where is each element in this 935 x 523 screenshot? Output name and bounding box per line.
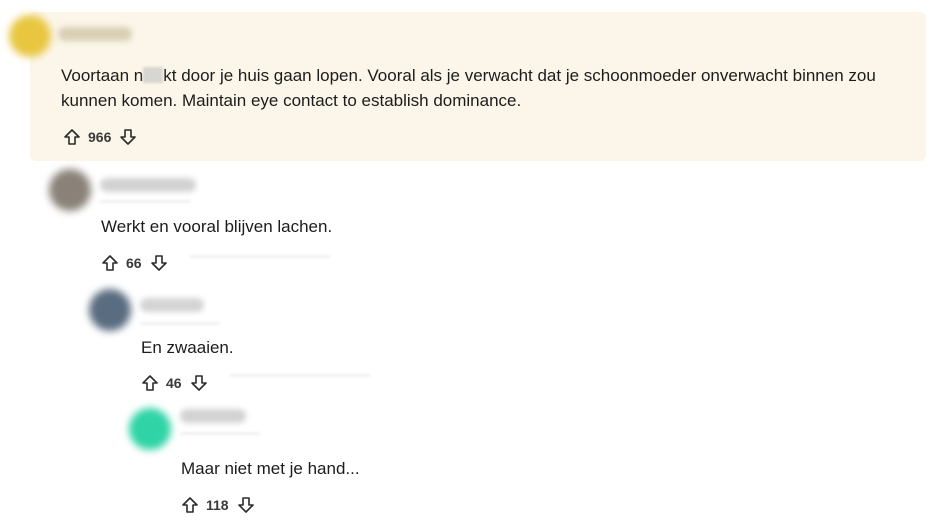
downvote-icon[interactable] [188,372,210,394]
meta-line [140,322,220,325]
redacted-word [143,67,164,83]
avatar[interactable] [89,289,131,331]
vote-score: 66 [126,255,142,271]
vote-bar: 966 [61,125,139,149]
avatar[interactable] [9,15,51,57]
comment-text: En zwaaien. [141,338,234,357]
vote-score: 118 [206,497,229,513]
comment-thread: Voortaan n kt door je huis gaan lopen. Vo… [0,0,935,523]
username-redacted[interactable] [58,27,132,41]
upvote-icon[interactable] [99,252,121,274]
username-redacted[interactable] [180,409,246,423]
downvote-icon[interactable] [235,494,257,516]
avatar[interactable] [49,169,91,211]
comment-text: Voortaan n kt door je huis gaan lopen. Vo… [61,63,911,113]
username-redacted[interactable] [100,178,196,192]
vote-score: 46 [166,375,182,391]
comment-3: En zwaaien. 46 [0,280,935,400]
avatar[interactable] [129,408,171,450]
meta-line [100,200,190,203]
meta-line [180,432,260,435]
downvote-icon[interactable] [148,252,170,274]
comment-text: Werkt en vooral blijven lachen. [101,217,333,236]
comment-text: Maar niet met je hand... [181,459,360,478]
upvote-icon[interactable] [139,372,161,394]
comment-4: Maar niet met je hand... 118 [0,400,935,523]
upvote-icon[interactable] [61,126,83,148]
comment-text-part-1: Voortaan n [61,66,144,85]
vote-bar: 118 [179,493,257,517]
vote-score: 966 [88,129,112,145]
vote-bar: 66 [99,251,170,275]
vote-bar: 46 [139,371,210,395]
username-redacted[interactable] [140,298,204,312]
comment-2: Werkt en vooral blijven lachen. 66 [0,160,935,280]
divider [190,255,330,258]
downvote-icon[interactable] [117,126,139,148]
comment-1: Voortaan n kt door je huis gaan lopen. Vo… [0,0,935,160]
divider [230,374,370,377]
comment-text-part-2: kt door je huis gaan lopen. Vooral als j… [61,66,881,110]
upvote-icon[interactable] [179,494,201,516]
